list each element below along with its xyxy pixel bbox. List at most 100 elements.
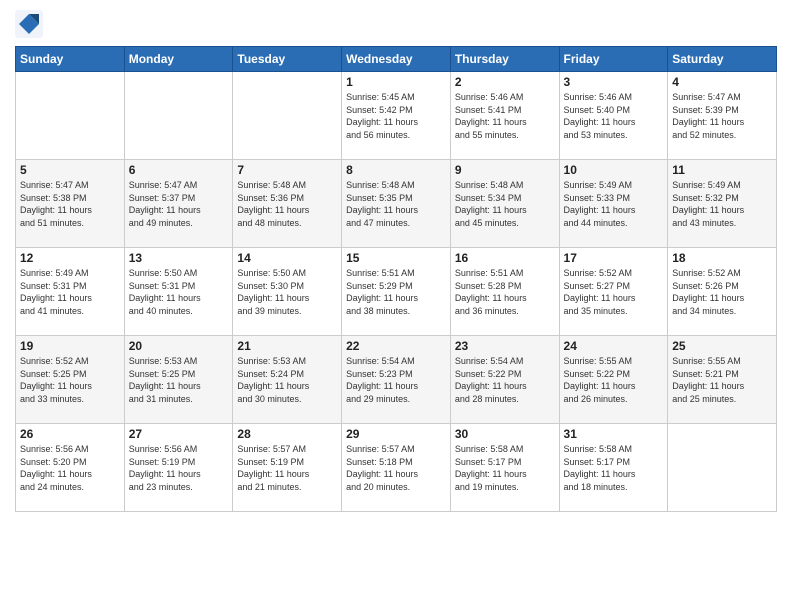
day-number: 13 bbox=[129, 251, 229, 265]
calendar-cell: 21 Sunrise: 5:53 AM Sunset: 5:24 PM Dayli… bbox=[233, 336, 342, 424]
day-number: 22 bbox=[346, 339, 446, 353]
day-number: 29 bbox=[346, 427, 446, 441]
cell-info: Sunrise: 5:54 AM Sunset: 5:22 PM Dayligh… bbox=[455, 355, 555, 405]
day-number: 12 bbox=[20, 251, 120, 265]
calendar-cell: 23 Sunrise: 5:54 AM Sunset: 5:22 PM Dayli… bbox=[450, 336, 559, 424]
cell-info: Sunrise: 5:51 AM Sunset: 5:28 PM Dayligh… bbox=[455, 267, 555, 317]
cell-info: Sunrise: 5:46 AM Sunset: 5:40 PM Dayligh… bbox=[564, 91, 664, 141]
calendar-header: SundayMondayTuesdayWednesdayThursdayFrid… bbox=[16, 47, 777, 72]
cell-info: Sunrise: 5:52 AM Sunset: 5:27 PM Dayligh… bbox=[564, 267, 664, 317]
cell-info: Sunrise: 5:47 AM Sunset: 5:38 PM Dayligh… bbox=[20, 179, 120, 229]
calendar-cell: 4 Sunrise: 5:47 AM Sunset: 5:39 PM Daylig… bbox=[668, 72, 777, 160]
calendar-cell: 8Sunrise: 5:48 AM Sunset: 5:35 PM Daylig… bbox=[342, 160, 451, 248]
calendar-cell: 18 Sunrise: 5:52 AM Sunset: 5:26 PM Dayli… bbox=[668, 248, 777, 336]
calendar-cell: 11 Sunrise: 5:49 AM Sunset: 5:32 PM Dayli… bbox=[668, 160, 777, 248]
weekday-header-wednesday: Wednesday bbox=[342, 47, 451, 72]
week-row-3: 19 Sunrise: 5:52 AM Sunset: 5:25 PM Dayli… bbox=[16, 336, 777, 424]
cell-info: Sunrise: 5:53 AM Sunset: 5:24 PM Dayligh… bbox=[237, 355, 337, 405]
calendar-cell: 16 Sunrise: 5:51 AM Sunset: 5:28 PM Dayli… bbox=[450, 248, 559, 336]
day-number: 4 bbox=[672, 75, 772, 89]
weekday-header-monday: Monday bbox=[124, 47, 233, 72]
cell-info: Sunrise: 5:49 AM Sunset: 5:31 PM Dayligh… bbox=[20, 267, 120, 317]
cell-info: Sunrise: 5:57 AM Sunset: 5:18 PM Dayligh… bbox=[346, 443, 446, 493]
cell-info: Sunrise: 5:55 AM Sunset: 5:21 PM Dayligh… bbox=[672, 355, 772, 405]
week-row-4: 26 Sunrise: 5:56 AM Sunset: 5:20 PM Dayli… bbox=[16, 424, 777, 512]
day-number: 23 bbox=[455, 339, 555, 353]
logo bbox=[15, 10, 47, 38]
cell-info: Sunrise: 5:56 AM Sunset: 5:19 PM Dayligh… bbox=[129, 443, 229, 493]
cell-info: Sunrise: 5:50 AM Sunset: 5:30 PM Dayligh… bbox=[237, 267, 337, 317]
cell-info: Sunrise: 5:51 AM Sunset: 5:29 PM Dayligh… bbox=[346, 267, 446, 317]
day-number: 19 bbox=[20, 339, 120, 353]
day-number: 28 bbox=[237, 427, 337, 441]
day-number: 17 bbox=[564, 251, 664, 265]
calendar-body: 1 Sunrise: 5:45 AM Sunset: 5:42 PM Daylig… bbox=[16, 72, 777, 512]
cell-info: Sunrise: 5:45 AM Sunset: 5:42 PM Dayligh… bbox=[346, 91, 446, 141]
weekday-header-tuesday: Tuesday bbox=[233, 47, 342, 72]
calendar-cell: 30 Sunrise: 5:58 AM Sunset: 5:17 PM Dayli… bbox=[450, 424, 559, 512]
day-number: 1 bbox=[346, 75, 446, 89]
week-row-1: 5 Sunrise: 5:47 AM Sunset: 5:38 PM Daylig… bbox=[16, 160, 777, 248]
calendar-cell: 17 Sunrise: 5:52 AM Sunset: 5:27 PM Dayli… bbox=[559, 248, 668, 336]
day-number: 20 bbox=[129, 339, 229, 353]
calendar-cell: 20 Sunrise: 5:53 AM Sunset: 5:25 PM Dayli… bbox=[124, 336, 233, 424]
cell-info: Sunrise: 5:47 AM Sunset: 5:37 PM Dayligh… bbox=[129, 179, 229, 229]
week-row-0: 1 Sunrise: 5:45 AM Sunset: 5:42 PM Daylig… bbox=[16, 72, 777, 160]
calendar-cell: 29 Sunrise: 5:57 AM Sunset: 5:18 PM Dayli… bbox=[342, 424, 451, 512]
calendar-cell: 19 Sunrise: 5:52 AM Sunset: 5:25 PM Dayli… bbox=[16, 336, 125, 424]
calendar-cell: 27 Sunrise: 5:56 AM Sunset: 5:19 PM Dayli… bbox=[124, 424, 233, 512]
day-number: 9 bbox=[455, 163, 555, 177]
day-number: 30 bbox=[455, 427, 555, 441]
page: SundayMondayTuesdayWednesdayThursdayFrid… bbox=[0, 0, 792, 612]
calendar-cell: 25 Sunrise: 5:55 AM Sunset: 5:21 PM Dayli… bbox=[668, 336, 777, 424]
cell-info: Sunrise: 5:56 AM Sunset: 5:20 PM Dayligh… bbox=[20, 443, 120, 493]
day-number: 31 bbox=[564, 427, 664, 441]
calendar-cell: 13 Sunrise: 5:50 AM Sunset: 5:31 PM Dayli… bbox=[124, 248, 233, 336]
calendar-cell: 12 Sunrise: 5:49 AM Sunset: 5:31 PM Dayli… bbox=[16, 248, 125, 336]
day-number: 2 bbox=[455, 75, 555, 89]
day-number: 16 bbox=[455, 251, 555, 265]
day-number: 27 bbox=[129, 427, 229, 441]
day-number: 14 bbox=[237, 251, 337, 265]
weekday-row: SundayMondayTuesdayWednesdayThursdayFrid… bbox=[16, 47, 777, 72]
cell-info: Sunrise: 5:53 AM Sunset: 5:25 PM Dayligh… bbox=[129, 355, 229, 405]
calendar-cell: 9 Sunrise: 5:48 AM Sunset: 5:34 PM Daylig… bbox=[450, 160, 559, 248]
weekday-header-friday: Friday bbox=[559, 47, 668, 72]
logo-icon bbox=[15, 10, 43, 38]
cell-info: Sunrise: 5:52 AM Sunset: 5:25 PM Dayligh… bbox=[20, 355, 120, 405]
cell-info: Sunrise: 5:55 AM Sunset: 5:22 PM Dayligh… bbox=[564, 355, 664, 405]
day-number: 26 bbox=[20, 427, 120, 441]
day-number: 3 bbox=[564, 75, 664, 89]
cell-info: Sunrise: 5:48 AM Sunset: 5:34 PM Dayligh… bbox=[455, 179, 555, 229]
calendar-cell: 2 Sunrise: 5:46 AM Sunset: 5:41 PM Daylig… bbox=[450, 72, 559, 160]
weekday-header-sunday: Sunday bbox=[16, 47, 125, 72]
weekday-header-thursday: Thursday bbox=[450, 47, 559, 72]
calendar-cell bbox=[668, 424, 777, 512]
cell-info: Sunrise: 5:52 AM Sunset: 5:26 PM Dayligh… bbox=[672, 267, 772, 317]
day-number: 5 bbox=[20, 163, 120, 177]
cell-info: Sunrise: 5:48 AM Sunset: 5:35 PM Dayligh… bbox=[346, 179, 446, 229]
day-number: 15 bbox=[346, 251, 446, 265]
cell-info: Sunrise: 5:54 AM Sunset: 5:23 PM Dayligh… bbox=[346, 355, 446, 405]
calendar-cell: 3 Sunrise: 5:46 AM Sunset: 5:40 PM Daylig… bbox=[559, 72, 668, 160]
day-number: 18 bbox=[672, 251, 772, 265]
cell-info: Sunrise: 5:49 AM Sunset: 5:32 PM Dayligh… bbox=[672, 179, 772, 229]
cell-info: Sunrise: 5:57 AM Sunset: 5:19 PM Dayligh… bbox=[237, 443, 337, 493]
cell-info: Sunrise: 5:47 AM Sunset: 5:39 PM Dayligh… bbox=[672, 91, 772, 141]
header bbox=[15, 10, 777, 38]
cell-info: Sunrise: 5:46 AM Sunset: 5:41 PM Dayligh… bbox=[455, 91, 555, 141]
calendar-cell: 28 Sunrise: 5:57 AM Sunset: 5:19 PM Dayli… bbox=[233, 424, 342, 512]
calendar-table: SundayMondayTuesdayWednesdayThursdayFrid… bbox=[15, 46, 777, 512]
calendar-cell: 31 Sunrise: 5:58 AM Sunset: 5:17 PM Dayli… bbox=[559, 424, 668, 512]
cell-info: Sunrise: 5:58 AM Sunset: 5:17 PM Dayligh… bbox=[564, 443, 664, 493]
cell-info: Sunrise: 5:50 AM Sunset: 5:31 PM Dayligh… bbox=[129, 267, 229, 317]
cell-info: Sunrise: 5:49 AM Sunset: 5:33 PM Dayligh… bbox=[564, 179, 664, 229]
cell-info: Sunrise: 5:58 AM Sunset: 5:17 PM Dayligh… bbox=[455, 443, 555, 493]
calendar-cell: 1 Sunrise: 5:45 AM Sunset: 5:42 PM Daylig… bbox=[342, 72, 451, 160]
day-number: 25 bbox=[672, 339, 772, 353]
day-number: 21 bbox=[237, 339, 337, 353]
day-number: 11 bbox=[672, 163, 772, 177]
day-number: 10 bbox=[564, 163, 664, 177]
calendar-cell: 22 Sunrise: 5:54 AM Sunset: 5:23 PM Dayli… bbox=[342, 336, 451, 424]
calendar-cell: 6Sunrise: 5:47 AM Sunset: 5:37 PM Daylig… bbox=[124, 160, 233, 248]
